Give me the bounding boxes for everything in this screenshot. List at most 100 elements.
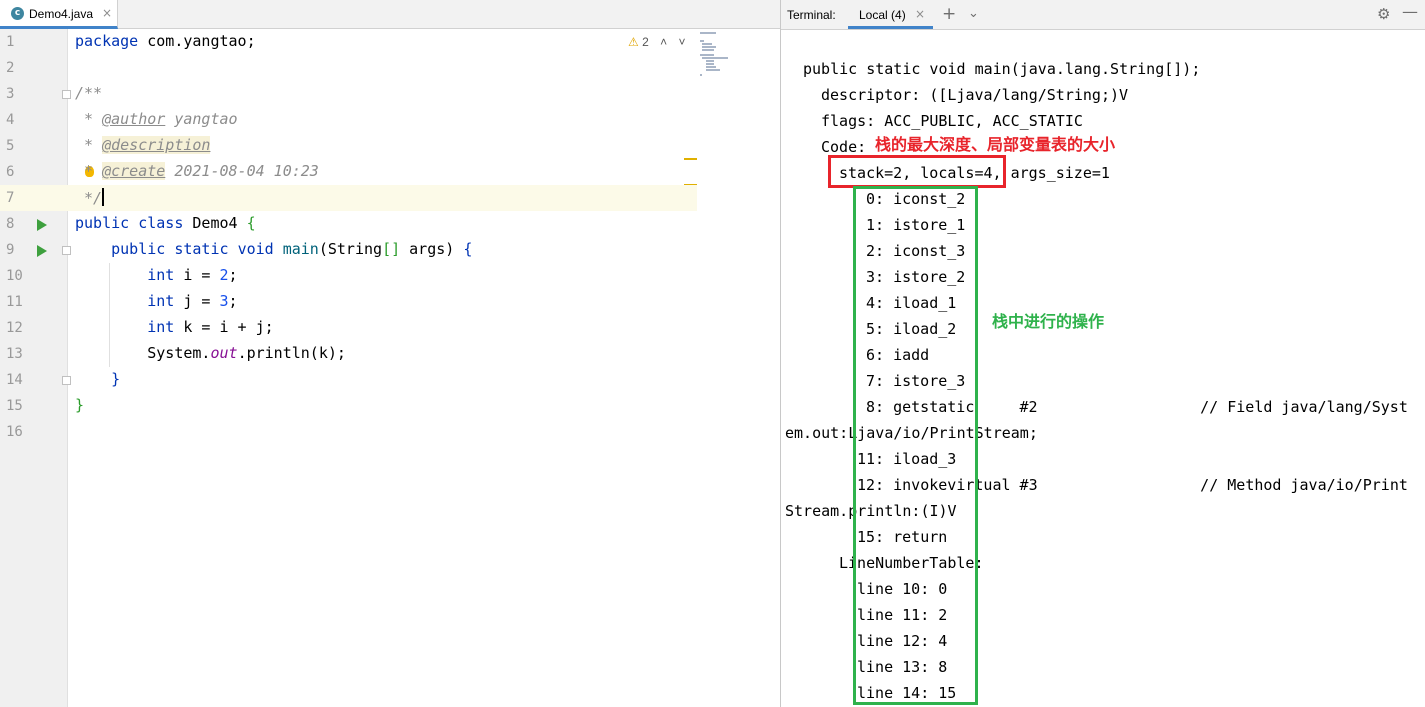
code-text: int j = 3;: [75, 292, 238, 310]
fold-icon[interactable]: [62, 376, 71, 385]
code-line-3[interactable]: 3 /**: [0, 81, 780, 107]
code-token: yangtao: [165, 110, 238, 128]
annotation-green: 栈中进行的操作: [992, 312, 1105, 331]
method-name: main: [282, 240, 319, 258]
code-text: int i = 2;: [75, 266, 238, 284]
line-number: 5: [6, 138, 15, 154]
code-line-14[interactable]: 14 }: [0, 367, 780, 393]
line-number: 7: [6, 190, 15, 206]
code-text: * @create 2021-08-04 10:23: [75, 162, 319, 180]
line-number: 1: [6, 34, 15, 50]
line-number: 14: [6, 372, 23, 388]
line-number: 4: [6, 112, 15, 128]
keyword: class: [138, 214, 184, 232]
code-token: j =: [174, 292, 220, 310]
annotation-red: 栈的最大深度、局部变量表的大小: [875, 135, 1116, 154]
code-token: Demo4: [183, 214, 247, 232]
code-line-4[interactable]: 4 * @author yangtao: [0, 107, 780, 133]
line-number: 2: [6, 60, 15, 76]
terminal-panel[interactable]: Terminal: Local (4) × + ⌄ ⚙ — public sta…: [780, 0, 1425, 707]
code-line-6[interactable]: 6 * @create 2021-08-04 10:23: [0, 159, 780, 185]
terminal-line: flags: ACC_PUBLIC, ACC_STATIC: [821, 112, 1083, 130]
keyword: void: [237, 240, 274, 258]
java-class-icon: c: [11, 7, 24, 20]
line-number: 12: [6, 320, 23, 336]
code-line-7[interactable]: 7 */: [0, 185, 697, 211]
line-number: 11: [6, 294, 23, 310]
terminal-title: Terminal:: [787, 8, 836, 22]
code-line-16[interactable]: 16: [0, 419, 780, 445]
code-line-11[interactable]: 11 int j = 3;: [0, 289, 780, 315]
code-line-2[interactable]: 2: [0, 55, 780, 81]
code-editor[interactable]: c Demo4.java × ⚠ 2 ˄ ˅ 1 package com.yan…: [0, 0, 780, 707]
editor-tab-label: Demo4.java: [29, 7, 94, 21]
terminal-tab-local[interactable]: Local (4) ×: [848, 0, 933, 29]
code-line-8[interactable]: 8 public class Demo4 {: [0, 211, 780, 237]
text-caret: [102, 188, 105, 206]
line-number: 15: [6, 398, 23, 414]
chevron-down-icon[interactable]: ⌄: [968, 6, 979, 21]
line-number: 13: [6, 346, 23, 362]
keyword: public: [75, 214, 130, 232]
javadoc-tag: @author: [102, 110, 166, 128]
code-text: public class Demo4 {: [75, 214, 256, 232]
terminal-line: descriptor: ([Ljava/lang/String;)V: [821, 86, 1129, 104]
green-highlight-box: [853, 186, 978, 705]
terminal-header: Terminal: Local (4) × + ⌄ ⚙ —: [781, 0, 1425, 30]
brace: []: [382, 240, 401, 258]
code-line-9[interactable]: 9 public static void main(String[] args)…: [0, 237, 780, 263]
javadoc-tag: @description: [102, 136, 211, 154]
code-token: *: [75, 110, 103, 128]
terminal-tab-label: Local (4): [859, 8, 906, 22]
code-text: System.out.println(k);: [75, 344, 346, 362]
keyword: int: [147, 266, 175, 284]
keyword: public: [111, 240, 166, 258]
number-literal: 3: [219, 292, 229, 310]
code-text: package com.yangtao;: [75, 32, 256, 50]
code-token: args): [400, 240, 464, 258]
brace: }: [111, 370, 121, 388]
close-tab-icon[interactable]: ×: [102, 6, 112, 20]
editor-tab-demo4[interactable]: c Demo4.java ×: [0, 0, 118, 29]
new-session-icon[interactable]: +: [942, 4, 956, 24]
code-text: * @description: [75, 136, 211, 154]
line-number: 10: [6, 268, 23, 284]
code-text: */: [75, 188, 105, 207]
code-token: ;: [228, 266, 238, 284]
line-number: 8: [6, 216, 15, 232]
code-text: /**: [75, 84, 103, 102]
run-icon[interactable]: [37, 245, 47, 257]
run-icon[interactable]: [37, 219, 47, 231]
close-tab-icon[interactable]: ×: [915, 7, 925, 21]
brace: }: [75, 396, 85, 414]
number-literal: 2: [219, 266, 229, 284]
terminal-line: public static void main(java.lang.String…: [803, 60, 1201, 78]
keyword: int: [147, 292, 175, 310]
code-text: * @author yangtao: [75, 110, 238, 128]
code-token: .println(k);: [237, 344, 346, 362]
code-line-1[interactable]: 1 package com.yangtao;: [0, 29, 780, 55]
code-token: 2021-08-04 10:23: [165, 162, 319, 180]
keyword: static: [174, 240, 229, 258]
code-token: com.yangtao;: [138, 32, 256, 50]
code-text: }: [75, 370, 120, 388]
code-line-13[interactable]: 13 System.out.println(k);: [0, 341, 780, 367]
code-line-5[interactable]: 5 * @description: [0, 133, 780, 159]
gear-icon[interactable]: ⚙: [1377, 5, 1390, 23]
code-token: *: [75, 136, 103, 154]
code-token: k = i + j;: [174, 318, 274, 336]
code-line-10[interactable]: 10 int i = 2;: [0, 263, 780, 289]
code-token: ;: [228, 292, 238, 310]
code-line-12[interactable]: 12 int k = i + j;: [0, 315, 780, 341]
fold-icon[interactable]: [62, 246, 71, 255]
brace: {: [246, 214, 256, 232]
code-token: */: [75, 189, 103, 207]
line-number: 16: [6, 424, 23, 440]
line-number: 9: [6, 242, 15, 258]
code-line-15[interactable]: 15 }: [0, 393, 780, 419]
fold-icon[interactable]: [62, 90, 71, 99]
keyword: int: [147, 318, 175, 336]
code-text: }: [75, 396, 84, 414]
keyword: package: [75, 32, 139, 50]
minimize-icon[interactable]: —: [1402, 2, 1418, 21]
